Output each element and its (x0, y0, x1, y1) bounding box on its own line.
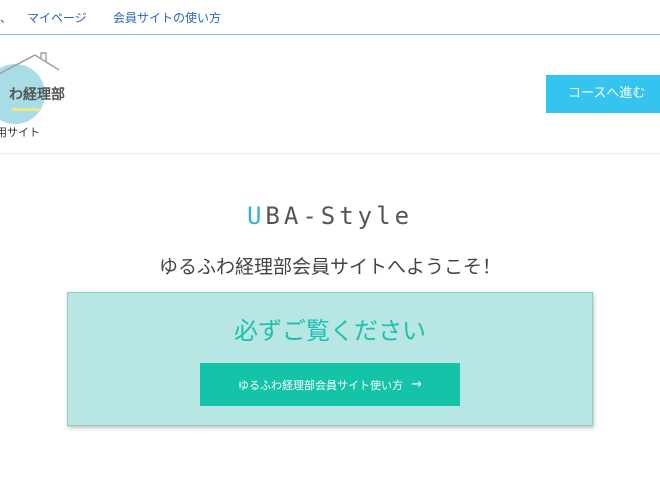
site-howto-button[interactable]: ゆるふわ経理部会員サイト使い方 → (200, 363, 460, 406)
brand-rest: BA-Style (265, 202, 414, 230)
notice-box: 必ずご覧ください ゆるふわ経理部会員サイト使い方 → (67, 292, 593, 426)
site-subtitle: 用サイト (0, 126, 40, 139)
welcome-message: ゆるふわ経理部会員サイトへようこそ！ (158, 256, 501, 278)
site-header: わ経理部 用サイト コースへ進む (0, 36, 660, 154)
top-nav: 、 マイページ 会員サイトの使い方 (0, 0, 660, 35)
logo-decoration (11, 108, 41, 111)
brand-title: UBA-Style (0, 202, 660, 230)
logo-text: わ経理部 (9, 87, 65, 103)
site-logo[interactable]: わ経理部 (0, 48, 65, 128)
site-howto-button-label: ゆるふわ経理部会員サイト使い方 (238, 378, 404, 392)
nav-link-mypage[interactable]: マイページ (27, 9, 87, 26)
nav-link-site-howto[interactable]: 会員サイトの使い方 (113, 9, 221, 26)
house-roof-icon (0, 52, 60, 75)
arrow-right-icon: → (411, 377, 422, 392)
brand-u: U (246, 202, 266, 230)
nav-link-partial[interactable]: 、 (0, 9, 12, 26)
notice-title: 必ずご覧ください (234, 317, 426, 345)
go-to-course-button[interactable]: コースへ進む (546, 75, 660, 113)
